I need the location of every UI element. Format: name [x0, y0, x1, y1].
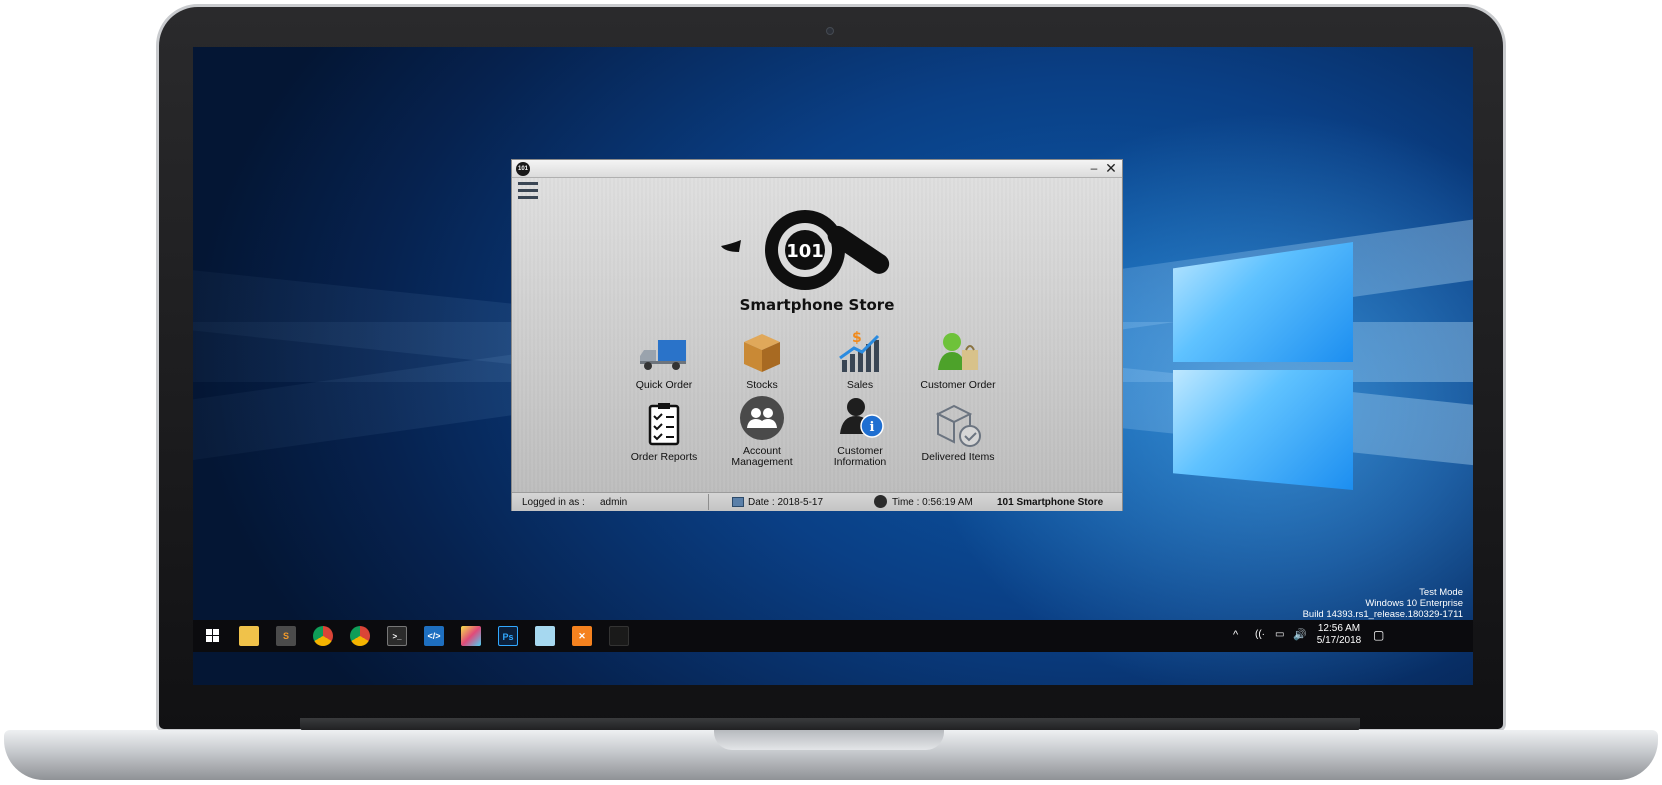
logged-in-label: Logged in as : [522, 497, 585, 508]
box-icon [744, 334, 780, 372]
status-bar: Logged in as : admin Date : 2018-5-17 Ti… [512, 492, 1122, 511]
windows-start-icon [206, 629, 219, 642]
customer-order-button[interactable]: Customer Order [909, 328, 1007, 391]
clock-date: 5/17/2018 [1316, 635, 1362, 646]
tile-label: Delivered Items [921, 451, 995, 463]
camera-icon [826, 27, 834, 35]
clock[interactable]: 12:56 AM 5/17/2018 [1315, 623, 1363, 655]
notifications-icon[interactable]: ▢ [1373, 628, 1384, 660]
order-reports-button[interactable]: Order Reports [615, 400, 713, 463]
status-store-name: 101 Smartphone Store [997, 497, 1104, 508]
chrome-icon[interactable] [350, 626, 370, 646]
users-icon [740, 396, 784, 440]
photoshop-icon[interactable]: Ps [498, 626, 518, 646]
file-explorer-icon[interactable] [239, 626, 259, 646]
hamburger-menu-icon[interactable] [518, 182, 538, 200]
battery-icon[interactable]: ▭ [1275, 629, 1284, 661]
tile-label: Stocks [746, 379, 778, 391]
logged-in-user: admin [600, 497, 628, 508]
tile-label: Account Management [731, 445, 793, 468]
user-info-icon: i [840, 398, 884, 438]
stocks-button[interactable]: Stocks [713, 328, 811, 391]
truck-icon [640, 340, 686, 370]
tile-label: Customer Order [920, 379, 996, 391]
tile-label: Sales [846, 379, 874, 391]
title-bar: 101 – ✕ [512, 160, 1122, 178]
tile-label: Customer Information [833, 445, 887, 468]
delivered-box-icon [935, 404, 981, 447]
svg-text:$: $ [852, 330, 862, 346]
store-logo: 101 Smartphone Store [717, 208, 917, 318]
sublime-text-icon[interactable]: S [276, 626, 296, 646]
customer-information-button[interactable]: i Customer Information [811, 394, 909, 468]
clipboard-icon [648, 403, 680, 446]
sales-button[interactable]: $ Sales [811, 328, 909, 391]
laptop-notch [714, 730, 944, 750]
desktop-screen: 101 – ✕ 101 Smartphone Store Quick Order… [193, 47, 1473, 685]
customer-shopping-icon [938, 333, 978, 370]
tile-label: Quick Order [635, 379, 693, 391]
clock-time: 12:56 AM [1317, 623, 1361, 634]
logo-number: 101 [786, 241, 824, 262]
watermark-line: Windows 10 Enterprise [1365, 598, 1463, 609]
watermark-line: Build 14393.rs1_release.180329-1711 [1302, 609, 1463, 620]
app-window: 101 – ✕ 101 Smartphone Store Quick Order… [511, 159, 1123, 511]
chevron-up-icon[interactable]: ^ [1233, 629, 1238, 661]
clock-icon [874, 495, 887, 508]
app-icon[interactable] [609, 626, 629, 646]
xampp-icon[interactable]: ✕ [572, 626, 592, 646]
notepad-icon[interactable] [535, 626, 555, 646]
app-logo-icon: 101 [516, 162, 530, 176]
store-name: Smartphone Store [739, 296, 895, 314]
status-date: Date : 2018-5-17 [748, 497, 824, 508]
status-time: Time : 0:56:19 AM [892, 497, 973, 508]
watermark-line: Test Mode [1419, 587, 1463, 598]
account-management-button[interactable]: Account Management [713, 394, 811, 468]
windows-logo-icon [1173, 242, 1353, 512]
vscode-icon[interactable]: </> [424, 626, 444, 646]
close-button[interactable]: ✕ [1103, 160, 1119, 177]
logo-mark-icon: 101 [721, 210, 890, 290]
delivered-items-button[interactable]: Delivered Items [909, 400, 1007, 463]
os-watermark: Test Mode Windows 10 Enterprise Build 14… [1303, 587, 1463, 620]
tile-label: Order Reports [630, 451, 698, 463]
taskbar: S >_ </> Ps ✕ ^ ((· ▭ 🔊 12:56 AM 5/17/20… [193, 620, 1473, 652]
svg-text:i: i [870, 420, 875, 435]
quick-order-button[interactable]: Quick Order [615, 328, 713, 391]
chrome-icon[interactable] [313, 626, 333, 646]
paint-icon[interactable] [461, 626, 481, 646]
calendar-icon [732, 497, 744, 507]
minimize-button[interactable]: – [1086, 160, 1102, 177]
wifi-icon[interactable]: ((· [1255, 629, 1265, 661]
volume-icon[interactable]: 🔊 [1293, 628, 1307, 660]
sales-chart-icon: $ [839, 330, 880, 372]
start-button[interactable] [203, 626, 223, 646]
terminal-icon[interactable]: >_ [387, 626, 407, 646]
